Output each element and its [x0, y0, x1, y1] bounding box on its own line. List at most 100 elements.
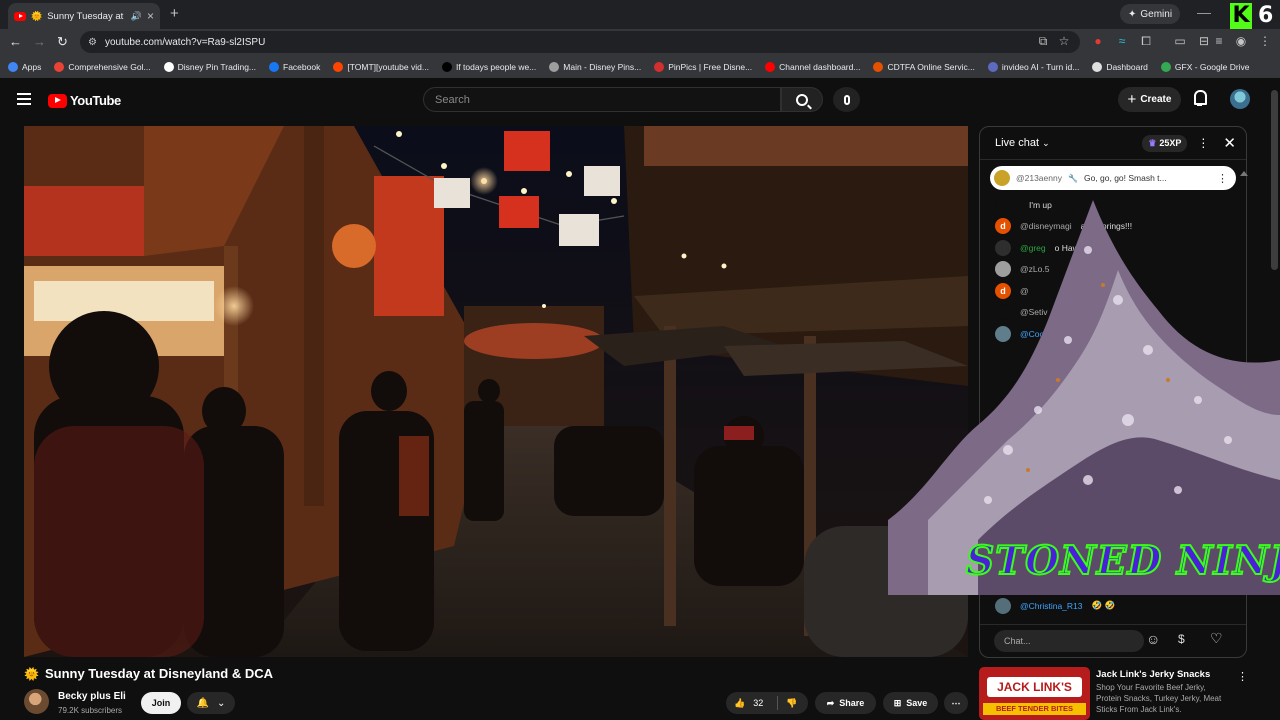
- ad-title[interactable]: Jack Link's Jerky Snacks: [1096, 669, 1210, 680]
- chat-scroll-up-icon[interactable]: [1240, 162, 1248, 176]
- save-button[interactable]: ⊞ Save: [883, 692, 938, 714]
- chat-author[interactable]: @Christina_R13: [1020, 601, 1083, 611]
- audio-playing-icon[interactable]: 🔊: [131, 11, 142, 22]
- chat-message: @Coc: [980, 323, 1246, 345]
- chrome-menu-icon[interactable]: ⋮: [1258, 34, 1272, 48]
- bookmark-item[interactable]: PinPics | Free Disne...: [654, 62, 752, 72]
- like-button[interactable]: 👍 32 👎: [726, 692, 808, 714]
- media-control-icon[interactable]: ▭: [1173, 34, 1187, 48]
- channel-avatar[interactable]: [24, 689, 49, 714]
- chat-author[interactable]: @Setiv: [1020, 307, 1048, 317]
- bookmark-item[interactable]: Facebook: [269, 62, 320, 72]
- chat-author[interactable]: @greg: [1020, 243, 1046, 253]
- bookmark-item[interactable]: Channel dashboard...: [765, 62, 860, 72]
- bookmark-item[interactable]: Dashboard: [1092, 62, 1148, 72]
- voice-search-button[interactable]: [833, 87, 860, 112]
- bookmark-label: CDTFA Online Servic...: [887, 62, 975, 72]
- chat-message: @greg o Hawks: [980, 237, 1246, 259]
- bookmark-favicon-icon: [873, 62, 884, 72]
- channel-name[interactable]: Becky plus Eli: [58, 691, 126, 702]
- address-bar[interactable]: ⚙ youtube.com/watch?v=Ra9-sl2ISPU: [80, 31, 1080, 53]
- bookmark-item[interactable]: Disney Pin Trading...: [163, 62, 256, 72]
- close-tab-icon[interactable]: ×: [147, 9, 154, 23]
- close-chat-icon[interactable]: ✕: [1223, 134, 1236, 152]
- bookmark-item[interactable]: If todays people we...: [441, 62, 536, 72]
- chat-avatar: [995, 304, 1011, 321]
- tab-search-icon[interactable]: ⊟: [1197, 34, 1211, 48]
- page-scrollbar[interactable]: [1271, 90, 1278, 270]
- forward-arrow-icon[interactable]: →: [33, 34, 46, 49]
- chat-text: ator springs!!!: [1080, 221, 1133, 232]
- heart-icon[interactable]: ♡: [1210, 630, 1223, 647]
- gemini-button[interactable]: ✦ Gemini: [1120, 4, 1181, 24]
- youtube-logo[interactable]: YouTube: [48, 93, 121, 108]
- xp-badge[interactable]: ♛ 25XP: [1142, 134, 1188, 152]
- create-button[interactable]: + Create: [1118, 87, 1181, 112]
- extension-red-icon[interactable]: ●: [1091, 34, 1105, 48]
- bookmark-item[interactable]: Comprehensive Gol...: [54, 62, 151, 72]
- super-chat-icon[interactable]: $: [1178, 632, 1185, 646]
- chat-author[interactable]: @disneymagi: [1020, 221, 1072, 231]
- stoned-ninja-overlay-text: STONED NINJA: [965, 537, 1280, 585]
- extensions-puzzle-icon[interactable]: ⧠: [1139, 34, 1153, 48]
- chat-author[interactable]: @Coc: [1020, 329, 1044, 339]
- user-avatar[interactable]: [1230, 89, 1250, 109]
- bookmark-favicon-icon: [1092, 62, 1103, 72]
- bookmark-label: Comprehensive Gol...: [68, 62, 151, 72]
- share-arrow-icon: ➦: [826, 697, 835, 708]
- chat-avatar: d: [995, 282, 1011, 299]
- search-input[interactable]: Search: [423, 87, 781, 112]
- ad-thumbnail-caption: BEEF TENDER BITES: [983, 703, 1086, 715]
- chat-author[interactable]: @zLo.5: [1020, 264, 1049, 274]
- bookmark-item[interactable]: invideo AI - Turn id...: [987, 62, 1079, 72]
- chat-author[interactable]: @: [1020, 286, 1029, 296]
- back-arrow-icon[interactable]: ←: [9, 34, 22, 49]
- profile-icon[interactable]: ◉: [1234, 34, 1248, 48]
- video-player[interactable]: [24, 126, 968, 657]
- bookmark-item[interactable]: CDTFA Online Servic...: [873, 62, 975, 72]
- ad-more-icon[interactable]: ⋮: [1237, 670, 1248, 683]
- chevron-down-icon: ⌄: [1042, 138, 1050, 148]
- bookmark-item[interactable]: Main - Disney Pins...: [549, 62, 641, 72]
- bookmark-favicon-icon: [987, 62, 998, 72]
- pinned-text: Go, go, go! Smash t...: [1083, 173, 1167, 183]
- search-button[interactable]: [781, 87, 823, 112]
- thumbs-down-icon[interactable]: 👎: [786, 698, 797, 709]
- pinned-message[interactable]: @213aenny 🔧 Go, go, go! Smash t... ⋮: [990, 166, 1236, 190]
- extension-teal-icon[interactable]: ≈: [1115, 34, 1129, 48]
- emoji-icon[interactable]: ☺: [1146, 631, 1160, 647]
- bookmark-star-icon[interactable]: ☆: [1057, 34, 1071, 48]
- share-button[interactable]: ➦ Share: [815, 692, 876, 714]
- bookmark-item[interactable]: GFX - Google Drive: [1160, 62, 1250, 72]
- chat-input[interactable]: Chat...: [994, 630, 1144, 652]
- reload-icon[interactable]: ↻: [57, 34, 68, 50]
- bookmark-label: GFX - Google Drive: [1174, 62, 1250, 72]
- browser-tab[interactable]: 🌞 Sunny Tuesday at Disne 🔊 ×: [8, 3, 160, 29]
- chat-more-icon[interactable]: ⋮: [1197, 136, 1209, 150]
- url-text: youtube.com/watch?v=Ra9-sl2ISPU: [104, 36, 266, 48]
- new-tab-icon[interactable]: +: [170, 5, 179, 22]
- reading-list-icon[interactable]: ≡: [1212, 34, 1226, 48]
- bookmark-item[interactable]: Apps: [8, 62, 41, 72]
- save-playlist-icon: ⊞: [893, 697, 902, 708]
- bookmark-favicon-icon: [549, 62, 560, 72]
- bookmark-favicon-icon: [1160, 62, 1171, 72]
- more-actions-icon[interactable]: ⋯: [944, 692, 968, 714]
- bookmark-favicon-icon: [765, 62, 776, 72]
- ad-thumbnail[interactable]: JACK LINK'S BEEF TENDER BITES: [979, 667, 1090, 720]
- bookmark-item[interactable]: [TOMT][youtube vid...: [333, 62, 429, 72]
- sponsored-ad[interactable]: JACK LINK'S BEEF TENDER BITES Jack Link'…: [979, 667, 1249, 720]
- youtube-logo-text: YouTube: [70, 93, 121, 108]
- join-button[interactable]: Join: [141, 692, 181, 714]
- create-label: Create: [1140, 94, 1172, 105]
- site-info-icon[interactable]: ⚙: [88, 37, 97, 48]
- menu-hamburger-icon[interactable]: [17, 93, 31, 105]
- minimize-icon[interactable]: —: [1197, 4, 1211, 20]
- subscription-bell-button[interactable]: 🔔 ⌄: [187, 692, 235, 714]
- pinned-more-icon[interactable]: ⋮: [1217, 172, 1228, 185]
- share-label: Share: [839, 698, 865, 708]
- chat-mode-dropdown[interactable]: Live chat ⌄: [995, 137, 1050, 149]
- chat-text: I'm up: [1029, 199, 1052, 210]
- notifications-bell-icon[interactable]: [1193, 90, 1207, 106]
- install-app-icon[interactable]: ⧉: [1036, 34, 1050, 48]
